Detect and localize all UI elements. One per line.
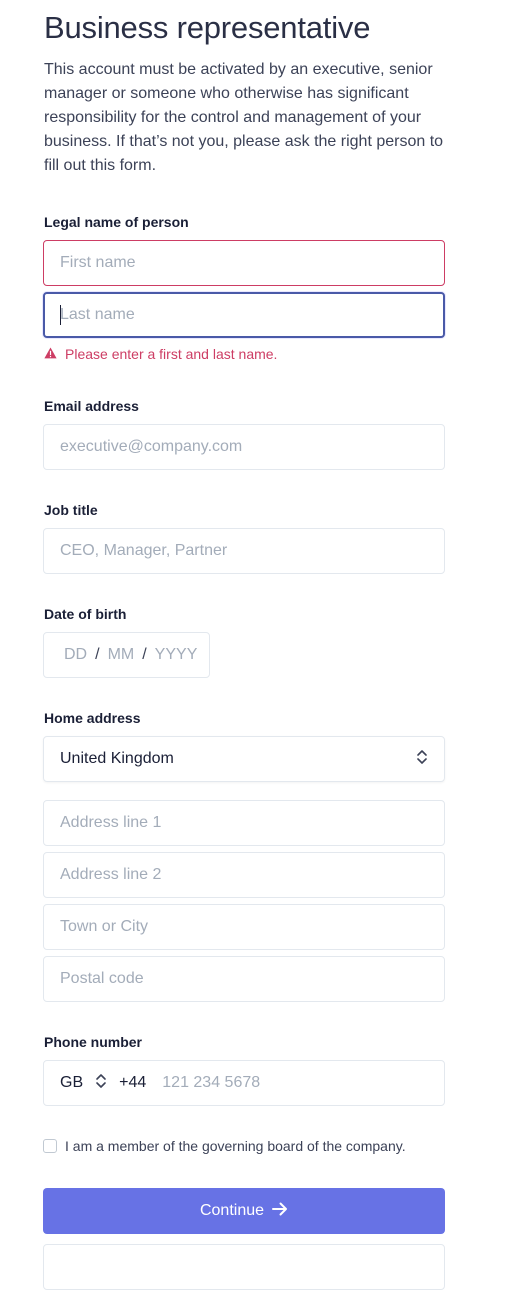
board-member-checkbox[interactable] bbox=[43, 1139, 57, 1153]
phone-country-code[interactable]: GB bbox=[60, 1074, 83, 1092]
country-value: United Kingdom bbox=[60, 750, 174, 767]
dob-label: Date of birth bbox=[44, 606, 127, 622]
legal-name-label: Legal name of person bbox=[44, 214, 189, 230]
dob-separator: / bbox=[142, 646, 147, 663]
name-error: Please enter a first and last name. bbox=[44, 346, 277, 362]
phone-number-input[interactable]: 121 234 5678 bbox=[162, 1074, 260, 1092]
warning-icon bbox=[44, 346, 57, 362]
address-line1-input[interactable] bbox=[43, 800, 445, 846]
name-error-text: Please enter a first and last name. bbox=[65, 346, 278, 362]
job-title-label: Job title bbox=[44, 502, 98, 518]
intro-text: This account must be activated by an exe… bbox=[44, 61, 444, 174]
board-member-row[interactable]: I am a member of the governing board of … bbox=[43, 1138, 406, 1154]
home-address-label: Home address bbox=[44, 710, 141, 726]
phone-field[interactable]: GB +44 121 234 5678 bbox=[43, 1060, 445, 1106]
dob-day[interactable]: DD bbox=[64, 646, 87, 664]
dob-field[interactable]: DD / MM / YYYY bbox=[43, 632, 210, 678]
continue-button[interactable]: Continue bbox=[43, 1188, 445, 1234]
postal-code-input[interactable] bbox=[43, 956, 445, 1002]
address-line2-input[interactable] bbox=[43, 852, 445, 898]
last-name-wrapper bbox=[43, 292, 445, 338]
job-title-input[interactable] bbox=[43, 528, 445, 574]
email-input[interactable] bbox=[43, 424, 445, 470]
chevron-up-down-icon bbox=[416, 748, 428, 771]
page-title: Business representative bbox=[44, 10, 371, 45]
text-caret bbox=[60, 305, 61, 325]
dob-separator: / bbox=[95, 646, 100, 663]
city-input[interactable] bbox=[43, 904, 445, 950]
phone-dial-code: +44 bbox=[119, 1074, 147, 1091]
phone-label: Phone number bbox=[44, 1034, 143, 1050]
arrow-right-icon bbox=[272, 1202, 288, 1221]
first-name-input[interactable] bbox=[43, 240, 445, 286]
chevron-up-down-icon[interactable] bbox=[95, 1072, 107, 1095]
last-name-input[interactable] bbox=[43, 292, 445, 338]
country-select[interactable]: United Kingdom bbox=[43, 736, 445, 782]
board-member-label: I am a member of the governing board of … bbox=[65, 1138, 406, 1154]
dob-year[interactable]: YYYY bbox=[155, 646, 198, 664]
email-label: Email address bbox=[44, 398, 139, 414]
dob-month[interactable]: MM bbox=[108, 646, 135, 664]
secondary-button[interactable] bbox=[43, 1244, 445, 1290]
continue-label: Continue bbox=[199, 1202, 265, 1219]
